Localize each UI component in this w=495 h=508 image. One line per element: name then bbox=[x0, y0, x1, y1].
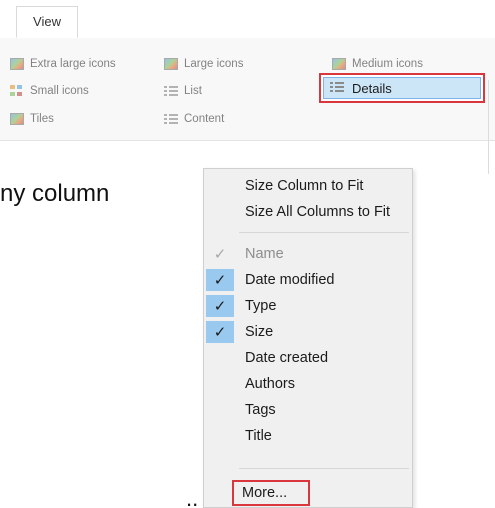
check-icon: ✓ bbox=[213, 297, 227, 315]
check-column: ✓ bbox=[206, 243, 234, 265]
layout-label: Large icons bbox=[184, 58, 244, 70]
check-column: ✓ bbox=[206, 321, 234, 343]
menu-item-label: Tags bbox=[245, 402, 276, 418]
menu-item-label: More... bbox=[242, 485, 288, 501]
layout-label: Content bbox=[184, 113, 225, 125]
ribbon: View Extra large icons Large icons Mediu… bbox=[0, 0, 495, 174]
menu-item-size-column-to-fit[interactable]: Size Column to Fit bbox=[204, 173, 412, 199]
check-icon: ✓ bbox=[213, 245, 227, 263]
background-text: ny column bbox=[0, 180, 110, 207]
details-icon bbox=[330, 81, 346, 95]
menu-item-date-modified[interactable]: ✓ Date modified bbox=[204, 267, 412, 293]
ribbon-divider bbox=[488, 80, 489, 174]
small-icons-icon bbox=[10, 85, 24, 97]
menu-separator bbox=[239, 468, 409, 469]
menu-item-tags[interactable]: Tags bbox=[204, 397, 412, 423]
layout-label: Tiles bbox=[30, 113, 54, 125]
layout-small-icons[interactable]: Small icons bbox=[10, 80, 89, 102]
layout-tiles[interactable]: Tiles bbox=[10, 108, 54, 130]
tab-view[interactable]: View bbox=[16, 6, 78, 38]
image-icon bbox=[164, 58, 178, 70]
menu-item-more[interactable]: More... bbox=[232, 480, 310, 506]
layout-content[interactable]: Content bbox=[164, 108, 224, 130]
menu-item-label: Size All Columns to Fit bbox=[245, 204, 391, 220]
image-icon bbox=[10, 58, 24, 70]
check-column: ✓ bbox=[206, 295, 234, 317]
list-icon bbox=[164, 85, 178, 97]
menu-item-label: Date modified bbox=[245, 272, 335, 288]
content-icon bbox=[164, 113, 178, 125]
menu-item-label: Authors bbox=[245, 376, 295, 392]
menu-item-label: Size Column to Fit bbox=[245, 178, 364, 194]
ribbon-tab-strip: View bbox=[0, 0, 495, 39]
check-icon: ✓ bbox=[213, 271, 227, 289]
layout-label: Medium icons bbox=[352, 58, 423, 70]
layout-list[interactable]: List bbox=[164, 80, 202, 102]
menu-item-title[interactable]: Title bbox=[204, 423, 412, 449]
menu-item-label: Name bbox=[245, 246, 284, 262]
image-icon bbox=[332, 58, 346, 70]
check-icon: ✓ bbox=[213, 323, 227, 341]
layout-label: Small icons bbox=[30, 85, 89, 97]
menu-item-size-all-columns-to-fit[interactable]: Size All Columns to Fit bbox=[204, 199, 412, 225]
menu-item-type[interactable]: ✓ Type bbox=[204, 293, 412, 319]
layout-label: Extra large icons bbox=[30, 58, 116, 70]
check-column: ✓ bbox=[206, 269, 234, 291]
menu-separator bbox=[239, 232, 409, 233]
menu-item-label: Title bbox=[245, 428, 272, 444]
column-context-menu: Size Column to Fit Size All Columns to F… bbox=[203, 168, 413, 508]
menu-item-authors[interactable]: Authors bbox=[204, 371, 412, 397]
layout-large-icons[interactable]: Large icons bbox=[164, 53, 243, 75]
details-highlight: Details bbox=[319, 73, 485, 103]
layout-label: List bbox=[184, 85, 202, 97]
menu-item-date-created[interactable]: Date created bbox=[204, 345, 412, 371]
menu-item-label: Date created bbox=[245, 350, 329, 366]
layout-medium-icons[interactable]: Medium icons bbox=[332, 53, 423, 75]
details-label: Details bbox=[352, 80, 392, 96]
layout-details-button[interactable]: Details bbox=[323, 77, 481, 99]
layout-extra-large-icons[interactable]: Extra large icons bbox=[10, 53, 116, 75]
menu-item-name: ✓ Name bbox=[204, 241, 412, 267]
menu-item-label: Size bbox=[245, 324, 274, 340]
menu-item-label: Type bbox=[245, 298, 277, 314]
menu-item-size[interactable]: ✓ Size bbox=[204, 319, 412, 345]
tiles-icon bbox=[10, 113, 24, 125]
background-text-fragment: .. bbox=[186, 494, 199, 508]
